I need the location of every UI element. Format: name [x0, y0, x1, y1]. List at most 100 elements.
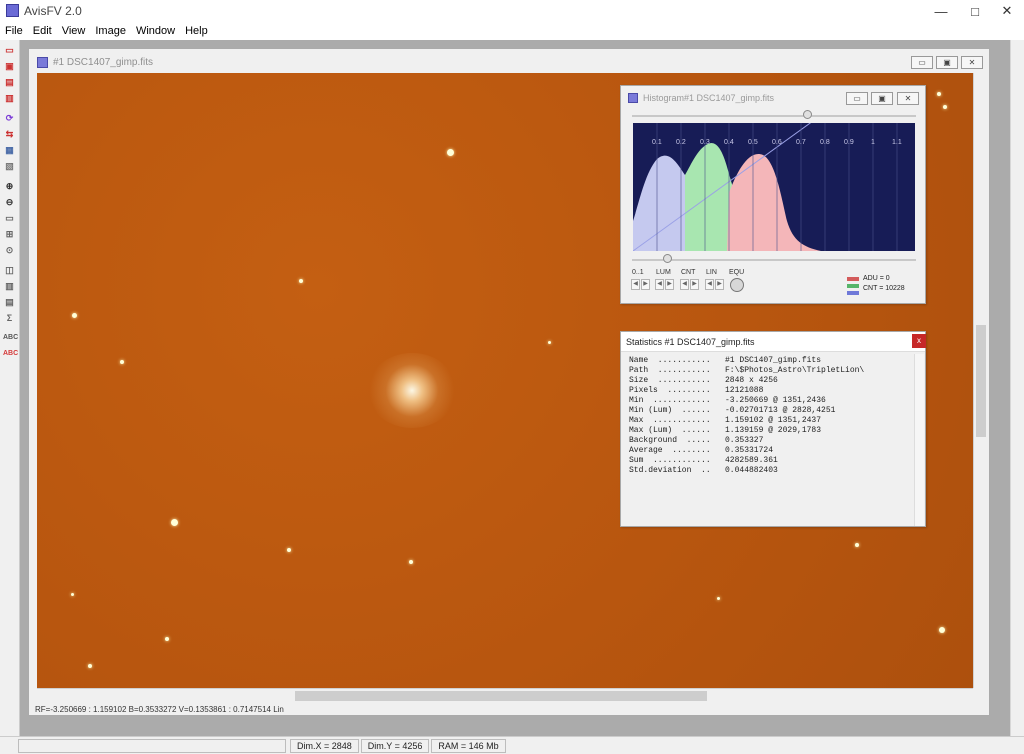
statistics-titlebar[interactable]: Statistics #1 DSC1407_gimp.fits x	[621, 332, 926, 352]
histogram-restore-button[interactable]: ▣	[871, 92, 893, 105]
range-left-button[interactable]: ◀	[631, 279, 640, 290]
stats-row: Sum ............ 4282589.361	[629, 456, 778, 465]
target-icon[interactable]: ⊙	[3, 244, 16, 256]
save-icon[interactable]: ▣	[3, 60, 16, 72]
stats-row: Min (Lum) ...... -0.02701713 @ 2828,4251	[629, 406, 836, 415]
histogram-close-button[interactable]: ✕	[897, 92, 919, 105]
star	[943, 105, 947, 109]
cnt-readout: CNT = 10228	[863, 285, 905, 292]
app-title: AvisFV 2.0	[24, 4, 82, 18]
histogram-tick-label: 0.6	[772, 139, 782, 146]
save-as-icon[interactable]: ▤	[3, 76, 16, 88]
histogram-minimize-button[interactable]: ▭	[846, 92, 868, 105]
workspace-scrollbar[interactable]	[1010, 40, 1024, 736]
histogram-tick-label: 0.5	[748, 139, 758, 146]
histogram-window: Histogram#1 DSC1407_gimp.fits ▭ ▣ ✕ 0.1 …	[620, 85, 926, 304]
histogram-tick-label: 0.2	[676, 139, 686, 146]
statistics-close-button[interactable]: x	[912, 334, 926, 348]
status-dimy: Dim.Y = 4256	[360, 738, 430, 753]
sigma-icon[interactable]: Σ	[3, 312, 16, 324]
histogram-tick-label: 0.1	[652, 139, 662, 146]
blue-swatch	[847, 291, 859, 295]
stats-row: Max ............ 1.159102 @ 1351,2437	[629, 416, 822, 425]
histogram-window-icon	[628, 93, 638, 103]
histogram-legend: ADU = 0 CNT = 10228	[847, 275, 907, 299]
stats-row: Pixels ......... 12121088	[629, 386, 764, 395]
menu-bar: File Edit View Image Window Help	[0, 22, 1024, 40]
statistics-icon[interactable]: ▤	[3, 296, 16, 308]
histogram-top-slider-track	[632, 115, 916, 117]
lum-right-button[interactable]: ▶	[665, 279, 674, 290]
menu-edit[interactable]: Edit	[28, 25, 57, 37]
star	[72, 313, 77, 318]
histogram-tick-label: 0.7	[796, 139, 806, 146]
left-toolbar: ▭ ▣ ▤ ▥ ⟳ ⇆ ▦ ▧ ⊕ ⊖ ▭ ⊞ ⊙ ◫ ▥ ▤ Σ ABC AB…	[0, 40, 20, 736]
histogram-icon[interactable]: ▥	[3, 280, 16, 292]
menu-help[interactable]: Help	[180, 25, 213, 37]
menu-file[interactable]: File	[0, 25, 28, 37]
paste-icon[interactable]: ▧	[3, 160, 16, 172]
equalize-toggle[interactable]	[730, 278, 744, 292]
star	[855, 543, 859, 547]
vertical-scroll-thumb[interactable]	[976, 325, 986, 437]
histogram-tick-label: 1	[871, 139, 875, 146]
menu-window[interactable]: Window	[131, 25, 180, 37]
cnt-right-button[interactable]: ▶	[690, 279, 699, 290]
horizontal-scroll-thumb[interactable]	[295, 691, 707, 701]
image-vertical-scrollbar[interactable]	[973, 73, 989, 688]
statistics-body: Name ........... #1 DSC1407_gimp.fits Pat…	[625, 354, 913, 524]
histogram-bottom-slider-knob[interactable]	[663, 254, 672, 263]
statistics-window: Statistics #1 DSC1407_gimp.fits x Name .…	[620, 331, 926, 527]
star	[717, 597, 720, 600]
range-right-button[interactable]: ▶	[641, 279, 650, 290]
title-bar: AvisFV 2.0 — □ ✕	[0, 0, 1024, 22]
status-ram: RAM = 146 Mb	[431, 738, 506, 753]
statistics-scrollbar[interactable]	[914, 354, 924, 526]
cnt-left-button[interactable]: ◀	[680, 279, 689, 290]
star	[88, 664, 92, 668]
text-icon[interactable]: ABC	[3, 332, 18, 344]
crop-icon[interactable]: ◫	[3, 264, 16, 276]
image-status-line: RF=-3.250669 : 1.159102 B=0.3533272 V=0.…	[35, 705, 284, 714]
histogram-titlebar[interactable]: Histogram#1 DSC1407_gimp.fits ▭ ▣ ✕	[621, 86, 925, 108]
image-window-restore-button[interactable]: ▣	[936, 56, 958, 69]
image-window-icon	[37, 57, 48, 68]
fit-icon[interactable]: ⊞	[3, 228, 16, 240]
histogram-bottom-slider-track	[632, 259, 916, 261]
stats-row: Background ..... 0.353327	[629, 436, 764, 445]
lin-left-button[interactable]: ◀	[705, 279, 714, 290]
refresh-icon[interactable]: ⟳	[3, 112, 16, 124]
image-window-minimize-button[interactable]: ▭	[911, 56, 933, 69]
lum-left-button[interactable]: ◀	[655, 279, 664, 290]
lin-right-button[interactable]: ▶	[715, 279, 724, 290]
status-empty-cell	[18, 738, 286, 753]
status-bar: Dim.X = 2848 Dim.Y = 4256 RAM = 146 Mb	[0, 736, 1024, 754]
copy-icon[interactable]: ▦	[3, 144, 16, 156]
menu-view[interactable]: View	[57, 25, 91, 37]
app-logo-icon	[6, 4, 19, 17]
display-icon[interactable]: ▭	[3, 212, 16, 224]
histogram-tick-label: 0.9	[844, 139, 854, 146]
red-histogram-area	[727, 153, 821, 251]
star	[447, 149, 454, 156]
star	[165, 637, 169, 641]
minimize-button[interactable]: —	[924, 0, 958, 22]
star	[939, 627, 945, 633]
histogram-top-slider-knob[interactable]	[803, 110, 812, 119]
image-window-close-button[interactable]: ✕	[961, 56, 983, 69]
folder-icon[interactable]: ▥	[3, 92, 16, 104]
zoom-in-icon[interactable]: ⊕	[3, 180, 16, 192]
image-window-titlebar[interactable]: #1 DSC1407_gimp.fits ▭ ▣ ✕	[29, 49, 989, 73]
close-button[interactable]: ✕	[990, 0, 1024, 22]
open-folder-icon[interactable]: ▭	[3, 44, 16, 56]
stats-row: Name ........... #1 DSC1407_gimp.fits	[629, 356, 822, 365]
star	[548, 341, 551, 344]
maximize-button[interactable]: □	[958, 0, 992, 22]
zoom-out-icon[interactable]: ⊖	[3, 196, 16, 208]
menu-image[interactable]: Image	[90, 25, 131, 37]
duplicate-icon[interactable]: ⇆	[3, 128, 16, 140]
range-label: 0..1	[632, 269, 644, 276]
text-alt-icon[interactable]: ABC	[3, 348, 18, 360]
image-horizontal-scrollbar[interactable]	[37, 688, 973, 704]
star	[409, 560, 413, 564]
